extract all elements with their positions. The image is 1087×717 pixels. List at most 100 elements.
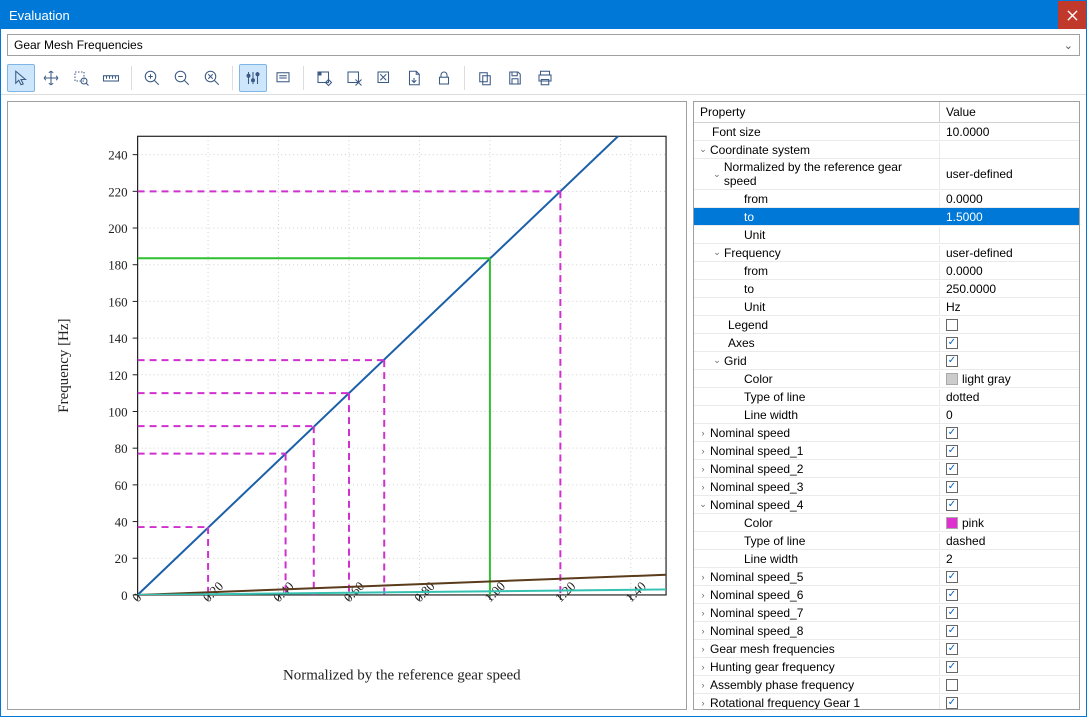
titlebar: Evaluation (1, 1, 1086, 29)
svg-text:0: 0 (121, 588, 127, 603)
caret-icon: › (698, 482, 708, 492)
svg-text:120: 120 (108, 368, 127, 383)
prop-ns6[interactable]: ›Nominal speed_6✓ (694, 586, 1079, 604)
prop-freq-to[interactable]: to250.0000 (694, 280, 1079, 298)
caret-icon: › (698, 662, 708, 672)
caret-icon: ⌄ (698, 144, 708, 155)
zoom-area-tool[interactable] (67, 64, 95, 92)
prop-ns8[interactable]: ›Nominal speed_8✓ (694, 622, 1079, 640)
checkbox-icon: ✓ (946, 661, 958, 673)
color-swatch (946, 373, 958, 385)
checkbox-icon: ✓ (946, 571, 958, 583)
svg-text:0.40: 0.40 (270, 578, 297, 605)
prop-ns4-typeline[interactable]: Type of linedashed (694, 532, 1079, 550)
prop-axes[interactable]: Axes✓ (694, 334, 1079, 352)
svg-text:100: 100 (108, 404, 127, 419)
save-layout-button[interactable] (310, 64, 338, 92)
svg-text:80: 80 (115, 441, 128, 456)
property-panel[interactable]: Property Value Font size10.0000 ⌄Coordin… (693, 101, 1080, 710)
svg-text:220: 220 (108, 184, 127, 199)
prop-norm-axis[interactable]: ⌄Normalized by the reference gear speedu… (694, 159, 1079, 190)
chart-area[interactable]: 02040608010012014016018020022024000.200.… (7, 101, 687, 710)
delete-layout-button[interactable] (340, 64, 368, 92)
checkbox-icon: ✓ (946, 643, 958, 655)
export-data-button[interactable] (400, 64, 428, 92)
cursor-tool[interactable] (7, 64, 35, 92)
checkbox-icon: ✓ (946, 499, 958, 511)
remove-button[interactable] (370, 64, 398, 92)
view-selector-dropdown[interactable]: Gear Mesh Frequencies (7, 34, 1080, 56)
toolbar (1, 61, 1086, 95)
prop-hgf[interactable]: ›Hunting gear frequency✓ (694, 658, 1079, 676)
comment-button[interactable] (269, 64, 297, 92)
caret-icon: ⌄ (712, 247, 722, 258)
zoom-out-button[interactable] (168, 64, 196, 92)
zoom-fit-button[interactable] (198, 64, 226, 92)
prop-grid-typeline[interactable]: Type of linedotted (694, 388, 1079, 406)
save-button[interactable] (501, 64, 529, 92)
prop-header-key: Property (694, 102, 940, 122)
prop-freq-from[interactable]: from0.0000 (694, 262, 1079, 280)
svg-text:20: 20 (115, 551, 128, 566)
prop-grid[interactable]: ⌄Grid✓ (694, 352, 1079, 370)
caret-icon: › (698, 626, 708, 636)
properties-toggle[interactable] (239, 64, 267, 92)
checkbox-icon: ✓ (946, 427, 958, 439)
prop-header-val: Value (940, 102, 1079, 122)
svg-text:60: 60 (115, 478, 128, 493)
caret-icon: ⌄ (712, 169, 722, 180)
caret-icon: › (698, 572, 708, 582)
caret-icon: › (698, 680, 708, 690)
prop-ns4-color[interactable]: Colorpink (694, 514, 1079, 532)
caret-icon: ⌄ (698, 499, 708, 510)
caret-icon: › (698, 590, 708, 600)
prop-freq-axis[interactable]: ⌄Frequencyuser-defined (694, 244, 1079, 262)
close-button[interactable] (1058, 1, 1086, 29)
prop-ns3[interactable]: ›Nominal speed_3✓ (694, 478, 1079, 496)
pan-tool[interactable] (37, 64, 65, 92)
prop-ns1[interactable]: ›Nominal speed_1✓ (694, 442, 1079, 460)
checkbox-icon: ✓ (946, 697, 958, 709)
prop-norm-from[interactable]: from0.0000 (694, 190, 1079, 208)
caret-icon: › (698, 428, 708, 438)
caret-icon: › (698, 608, 708, 618)
checkbox-icon: ✓ (946, 463, 958, 475)
svg-text:40: 40 (115, 515, 128, 530)
prop-norm-to[interactable]: to1.5000 (694, 208, 1079, 226)
prop-ns7[interactable]: ›Nominal speed_7✓ (694, 604, 1079, 622)
svg-text:200: 200 (108, 221, 127, 236)
svg-text:160: 160 (108, 294, 127, 309)
prop-apf[interactable]: ›Assembly phase frequency (694, 676, 1079, 694)
prop-norm-unit[interactable]: Unit (694, 226, 1079, 244)
dropdown-value: Gear Mesh Frequencies (14, 38, 143, 52)
checkbox-icon: ✓ (946, 355, 958, 367)
checkbox-icon: ✓ (946, 589, 958, 601)
caret-icon: › (698, 464, 708, 474)
prop-grid-color[interactable]: Colorlight gray (694, 370, 1079, 388)
caret-icon: ⌄ (712, 355, 722, 366)
prop-legend[interactable]: Legend (694, 316, 1079, 334)
copy-button[interactable] (471, 64, 499, 92)
lock-button[interactable] (430, 64, 458, 92)
svg-text:180: 180 (108, 258, 127, 273)
svg-text:1.20: 1.20 (552, 578, 579, 605)
caret-icon: › (698, 446, 708, 456)
prop-ns0[interactable]: ›Nominal speed✓ (694, 424, 1079, 442)
prop-ns4[interactable]: ⌄Nominal speed_4✓ (694, 496, 1079, 514)
prop-ns5[interactable]: ›Nominal speed_5✓ (694, 568, 1079, 586)
prop-font-size[interactable]: Font size10.0000 (694, 123, 1079, 141)
prop-ns2[interactable]: ›Nominal speed_2✓ (694, 460, 1079, 478)
prop-grid-linewidth[interactable]: Line width0 (694, 406, 1079, 424)
checkbox-icon: ✓ (946, 445, 958, 457)
prop-coord-system[interactable]: ⌄Coordinate system (694, 141, 1079, 159)
checkbox-icon (946, 679, 958, 691)
prop-gmf[interactable]: ›Gear mesh frequencies✓ (694, 640, 1079, 658)
measure-tool[interactable] (97, 64, 125, 92)
print-button[interactable] (531, 64, 559, 92)
prop-freq-unit[interactable]: UnitHz (694, 298, 1079, 316)
prop-ns4-linewidth[interactable]: Line width2 (694, 550, 1079, 568)
zoom-in-button[interactable] (138, 64, 166, 92)
svg-text:1.40: 1.40 (622, 578, 649, 605)
prop-rfg1[interactable]: ›Rotational frequency Gear 1✓ (694, 694, 1079, 710)
svg-text:140: 140 (108, 331, 127, 346)
